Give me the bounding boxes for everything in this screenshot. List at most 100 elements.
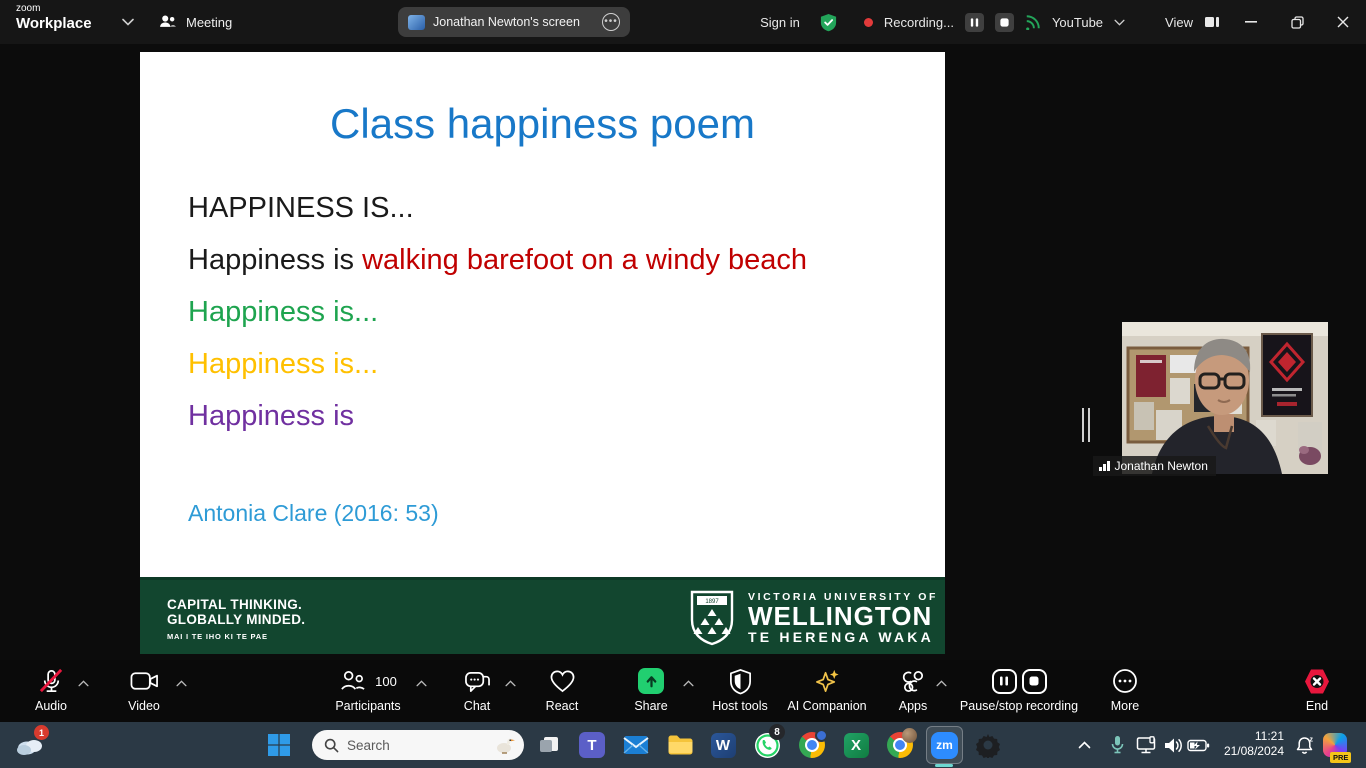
participant-name: Jonathan Newton (1115, 459, 1208, 473)
share-label: Share (634, 699, 667, 713)
audio-button[interactable]: Audio (16, 668, 86, 713)
taskbar-weather-widget[interactable]: 1 (14, 729, 46, 761)
close-button[interactable] (1320, 0, 1366, 44)
poem-line: HAPPINESS IS... (188, 194, 807, 223)
tray-mic-icon (1110, 735, 1125, 755)
sparkle-icon (813, 668, 842, 695)
end-button[interactable]: End (1282, 668, 1352, 713)
taskbar-app-file-explorer[interactable] (664, 729, 696, 761)
tray-battery[interactable] (1185, 722, 1211, 768)
panel-drag-handle[interactable] (1082, 408, 1090, 442)
participant-video[interactable] (1122, 322, 1328, 474)
chat-chevron-up-icon[interactable] (505, 680, 516, 687)
pause-recording-mini-button[interactable] (965, 13, 984, 32)
ai-companion-button[interactable]: AI Companion (772, 668, 882, 713)
video-button[interactable]: Video (109, 668, 179, 713)
shield-year: 1897 (705, 599, 719, 605)
tray-microphone[interactable] (1104, 722, 1130, 768)
audio-level-icon (1099, 461, 1110, 471)
shared-screen-stage: Class happiness poem HAPPINESS IS... Hap… (0, 44, 1366, 660)
more-label: More (1111, 699, 1139, 713)
recording-status: Recording... (884, 15, 954, 30)
taskbar-app-zoom-active[interactable]: zm (926, 726, 963, 764)
ai-companion-label: AI Companion (787, 699, 866, 713)
pause-stop-recording-button[interactable]: Pause/stop recording (943, 668, 1095, 713)
taskbar-search-input[interactable]: Search (312, 730, 524, 760)
youtube-stream-label[interactable]: YouTube (1052, 15, 1103, 30)
security-shield-check-icon[interactable] (819, 13, 838, 32)
footer-tagline-maori: MAI I TE IHO KI TE PAE (167, 629, 305, 644)
poem-line: Happiness is... (188, 298, 807, 327)
share-button[interactable]: Share (616, 668, 686, 713)
tray-clock[interactable]: 11:21 21/08/2024 (1212, 729, 1284, 759)
shield-icon (728, 668, 753, 695)
search-bird-icon (494, 735, 516, 755)
apps-button[interactable]: Apps (878, 668, 948, 713)
end-label: End (1306, 699, 1328, 713)
windows-start-icon (267, 733, 291, 757)
participants-icon (339, 669, 366, 694)
search-icon (324, 738, 339, 753)
meeting-people-icon (158, 13, 178, 31)
host-tools-label: Host tools (712, 699, 768, 713)
webcam-scene (1122, 322, 1328, 474)
tray-cast[interactable] (1133, 722, 1161, 768)
chrome-icon (887, 732, 913, 758)
audio-chevron-up-icon[interactable] (78, 680, 89, 687)
word-icon: W (711, 733, 736, 758)
svg-text:z: z (1309, 736, 1313, 743)
react-button[interactable]: React (527, 668, 597, 713)
sign-in-button[interactable]: Sign in (760, 15, 800, 30)
end-call-icon (1302, 668, 1332, 695)
mail-icon (623, 734, 649, 756)
profile-avatar (902, 728, 917, 743)
share-chevron-up-icon[interactable] (683, 680, 694, 687)
tray-notifications[interactable]: z (1290, 722, 1318, 768)
taskbar-app-teams[interactable]: T (576, 729, 608, 761)
shared-screen-label: Jonathan Newton's screen (433, 15, 580, 29)
folder-icon (667, 734, 694, 756)
pill-more-options-icon[interactable]: ••• (602, 13, 620, 31)
university-shield-icon: 1897 (688, 590, 736, 646)
tab-meeting[interactable]: Meeting (158, 0, 232, 44)
minimize-button[interactable] (1228, 0, 1274, 44)
taskbar-app-word[interactable]: W (707, 729, 739, 761)
taskbar-app-mail[interactable] (620, 729, 652, 761)
stop-recording-icon[interactable] (1022, 669, 1047, 694)
pause-recording-icon[interactable] (992, 669, 1017, 694)
tray-volume[interactable] (1160, 722, 1186, 768)
youtube-chevron-down-icon[interactable] (1114, 19, 1125, 26)
taskbar-app-chrome-profile[interactable] (884, 729, 916, 761)
tray-time: 11:21 (1212, 729, 1284, 744)
participants-chevron-up-icon[interactable] (416, 680, 427, 687)
stop-recording-mini-button[interactable] (995, 13, 1014, 32)
heart-icon (549, 669, 576, 694)
uni-line-2: WELLINGTON (748, 603, 938, 629)
start-button[interactable] (263, 729, 295, 761)
taskbar-app-whatsapp[interactable]: 8 (751, 729, 783, 761)
shared-screen-pill[interactable]: Jonathan Newton's screen ••• (398, 7, 630, 37)
chat-button[interactable]: Chat (442, 668, 512, 713)
restore-button[interactable] (1274, 0, 1320, 44)
video-chevron-up-icon[interactable] (176, 680, 187, 687)
more-button[interactable]: More (1090, 668, 1160, 713)
task-view-icon (537, 734, 561, 756)
workspace-chevron-down-icon[interactable] (122, 18, 134, 26)
share-up-arrow-icon (638, 668, 664, 694)
view-button[interactable]: View (1165, 15, 1193, 30)
uni-line-3: TE HERENGA WAKA (748, 629, 938, 645)
camera-icon (130, 670, 159, 692)
battery-charging-icon (1187, 739, 1210, 752)
taskbar-app-settings[interactable] (972, 729, 1004, 761)
live-stream-icon (1025, 14, 1041, 30)
tray-chevron-up[interactable] (1072, 722, 1096, 768)
taskbar-app-chrome[interactable] (796, 729, 828, 761)
participant-name-tag: Jonathan Newton (1093, 456, 1216, 476)
presentation-slide: Class happiness poem HAPPINESS IS... Hap… (140, 52, 945, 654)
task-view-button[interactable] (533, 729, 565, 761)
ellipsis-circle-icon (1112, 668, 1138, 694)
taskbar-app-excel[interactable]: X (840, 729, 872, 761)
participants-button[interactable]: 100 Participants (318, 668, 418, 713)
teams-icon: T (579, 732, 605, 758)
view-layout-icon (1204, 15, 1220, 29)
